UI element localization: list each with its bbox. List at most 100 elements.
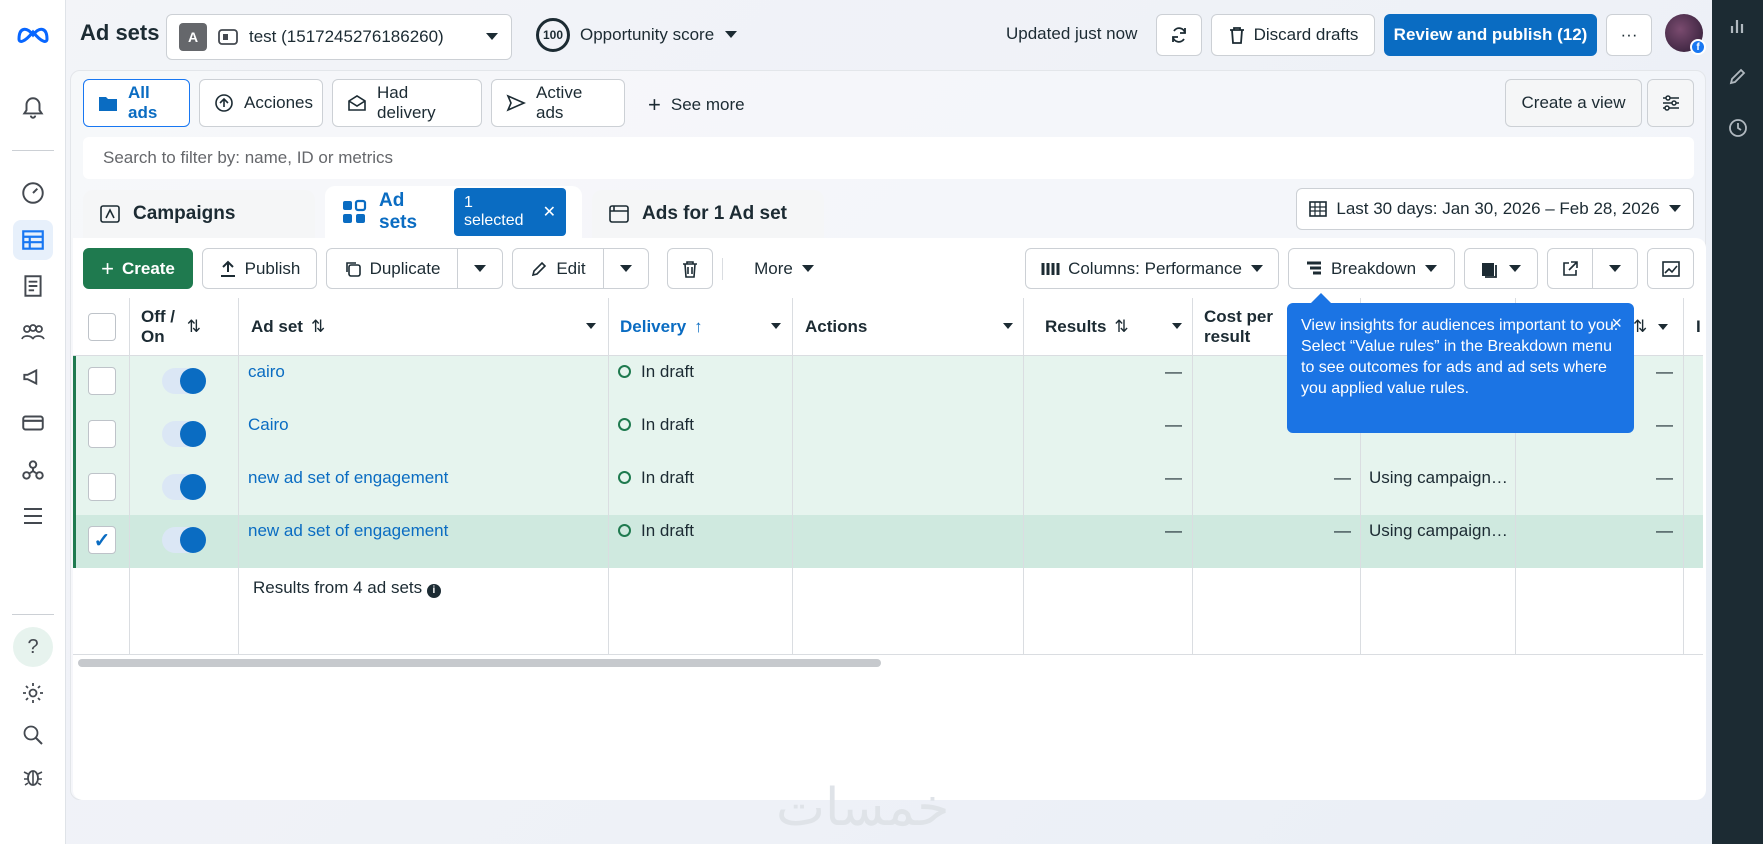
ad-set-name-link[interactable]: Cairo — [248, 415, 289, 435]
megaphone-icon[interactable] — [13, 357, 53, 397]
tab-campaigns-label: Campaigns — [133, 203, 236, 224]
column-header-delivery[interactable]: Delivery ↑ — [620, 298, 703, 356]
view-settings-button[interactable] — [1647, 79, 1694, 127]
search-icon[interactable] — [13, 715, 53, 755]
row-toggle[interactable] — [162, 421, 206, 447]
ad-set-name-link[interactable]: new ad set of engagement — [248, 468, 448, 488]
filter-chip-active-ads[interactable]: Active ads — [491, 79, 625, 127]
edit-dropdown-button[interactable] — [603, 248, 649, 289]
see-more-button[interactable]: + See more — [648, 92, 745, 118]
tab-ad-sets[interactable]: Ad sets 1 selected ✕ — [325, 186, 582, 238]
delivery-status: In draft — [618, 468, 694, 488]
sort-ascending-icon[interactable]: ↑ — [694, 317, 703, 337]
ad-set-name-link[interactable]: cairo — [248, 362, 285, 382]
chevron-down-icon[interactable] — [770, 322, 782, 330]
refresh-button[interactable] — [1156, 14, 1202, 56]
bell-icon[interactable] — [13, 88, 53, 128]
duplicate-dropdown-button[interactable] — [457, 248, 503, 289]
gauge-icon[interactable] — [13, 173, 53, 213]
column-header-actions[interactable]: Actions — [805, 298, 867, 356]
charts-button[interactable] — [1647, 248, 1694, 289]
chevron-down-icon[interactable] — [1002, 322, 1014, 330]
more-actions-button[interactable]: More — [737, 248, 832, 289]
search-input[interactable]: Search to filter by: name, ID or metrics — [83, 137, 1694, 179]
delete-button[interactable] — [667, 248, 713, 289]
row-checkbox[interactable]: ✓ — [88, 526, 116, 554]
ad-set-name-link[interactable]: new ad set of engagement — [248, 521, 448, 541]
sort-icon[interactable]: ⇅ — [1114, 317, 1128, 337]
filter-chip-had-delivery[interactable]: Had delivery — [332, 79, 482, 127]
reports-button[interactable] — [1464, 248, 1538, 289]
results-summary: Results from 4 ad sets i — [253, 578, 441, 598]
meta-logo-icon[interactable] — [13, 14, 53, 54]
row-checkbox[interactable] — [88, 473, 116, 501]
close-icon[interactable]: × — [1611, 313, 1622, 334]
column-header-toggle-label: Off / On — [141, 307, 175, 346]
duplicate-button[interactable]: Duplicate — [326, 248, 458, 289]
menu-icon[interactable] — [13, 496, 53, 536]
date-range-picker[interactable]: Last 30 days: Jan 30, 2026 – Feb 28, 202… — [1296, 188, 1694, 230]
column-header-cost-per-result[interactable]: Cost per result — [1204, 298, 1284, 356]
selected-count-label: 1 selected — [463, 194, 524, 229]
pages-icon[interactable] — [13, 266, 53, 306]
row-checkbox[interactable] — [88, 367, 116, 395]
breakdown-label: Breakdown — [1330, 258, 1417, 278]
select-all-checkbox[interactable] — [88, 313, 116, 341]
row-toggle[interactable] — [162, 368, 206, 394]
column-header-results[interactable]: Results ⇅ — [1045, 298, 1129, 356]
gear-icon[interactable] — [13, 673, 53, 713]
row-checkbox[interactable] — [88, 420, 116, 448]
tab-campaigns[interactable]: Campaigns — [83, 190, 315, 238]
account-badge: A — [179, 23, 207, 51]
export-button[interactable] — [1547, 248, 1593, 289]
delivery-status-label: In draft — [641, 521, 694, 540]
opportunity-score[interactable]: 100 Opportunity score — [536, 18, 738, 52]
create-view-button[interactable]: Create a view — [1505, 79, 1642, 127]
extra-value: — — [1656, 521, 1673, 540]
filter-chip-acciones[interactable]: Acciones — [199, 79, 323, 127]
bug-report-icon[interactable] — [13, 757, 53, 797]
avatar[interactable]: f — [1665, 14, 1706, 55]
sort-icon[interactable]: ⇅ — [1633, 317, 1647, 337]
row-toggle[interactable] — [162, 474, 206, 500]
pencil-icon[interactable] — [1726, 64, 1750, 88]
create-button[interactable]: + Create — [83, 248, 193, 289]
tab-ads[interactable]: Ads for 1 Ad set — [592, 190, 824, 238]
refresh-icon — [1169, 25, 1189, 45]
events-manager-icon[interactable] — [13, 450, 53, 490]
row-toggle[interactable] — [162, 527, 206, 553]
account-selector[interactable]: A test (1517245276186260) — [166, 14, 512, 60]
chevron-down-icon — [801, 264, 815, 274]
opportunity-score-value: 100 — [536, 18, 570, 52]
ads-manager-table-icon[interactable] — [13, 220, 53, 260]
audiences-icon[interactable] — [13, 312, 53, 352]
history-clock-icon[interactable] — [1726, 116, 1750, 140]
columns-button[interactable]: Columns: Performance — [1025, 248, 1279, 289]
discard-drafts-button[interactable]: Discard drafts — [1211, 14, 1375, 56]
bar-chart-icon[interactable] — [1726, 14, 1750, 38]
column-header-toggle[interactable]: Off / On ⇅ — [141, 298, 201, 356]
column-header-trailing[interactable]: I — [1696, 298, 1701, 356]
breakdown-button[interactable]: Breakdown — [1288, 248, 1455, 289]
edit-button[interactable]: Edit — [512, 248, 604, 289]
close-icon[interactable]: ✕ — [543, 202, 556, 222]
sort-icon[interactable]: ⇅ — [311, 317, 325, 337]
chevron-down-icon[interactable] — [585, 322, 597, 330]
horizontal-scrollbar[interactable] — [78, 659, 881, 667]
delivery-status: In draft — [618, 415, 694, 435]
billing-card-icon[interactable] — [13, 403, 53, 443]
chevron-down-icon[interactable] — [1171, 322, 1183, 330]
export-dropdown-button[interactable] — [1592, 248, 1638, 289]
help-icon[interactable]: ? — [13, 627, 53, 667]
publish-button[interactable]: Publish — [202, 248, 317, 289]
more-options-button[interactable]: ··· — [1606, 14, 1652, 56]
filter-chip-all-ads[interactable]: All ads — [83, 79, 190, 127]
selected-count-badge[interactable]: 1 selected ✕ — [453, 188, 566, 236]
sort-icon[interactable]: ⇅ — [187, 317, 201, 337]
column-header-ad-set[interactable]: Ad set ⇅ — [251, 298, 325, 356]
info-icon[interactable]: i — [426, 584, 441, 598]
chevron-down-icon[interactable] — [1657, 323, 1669, 331]
column-header-sort[interactable]: ⇅ — [1633, 298, 1669, 356]
review-and-publish-button[interactable]: Review and publish (12) — [1384, 14, 1597, 56]
export-icon — [1561, 260, 1579, 278]
